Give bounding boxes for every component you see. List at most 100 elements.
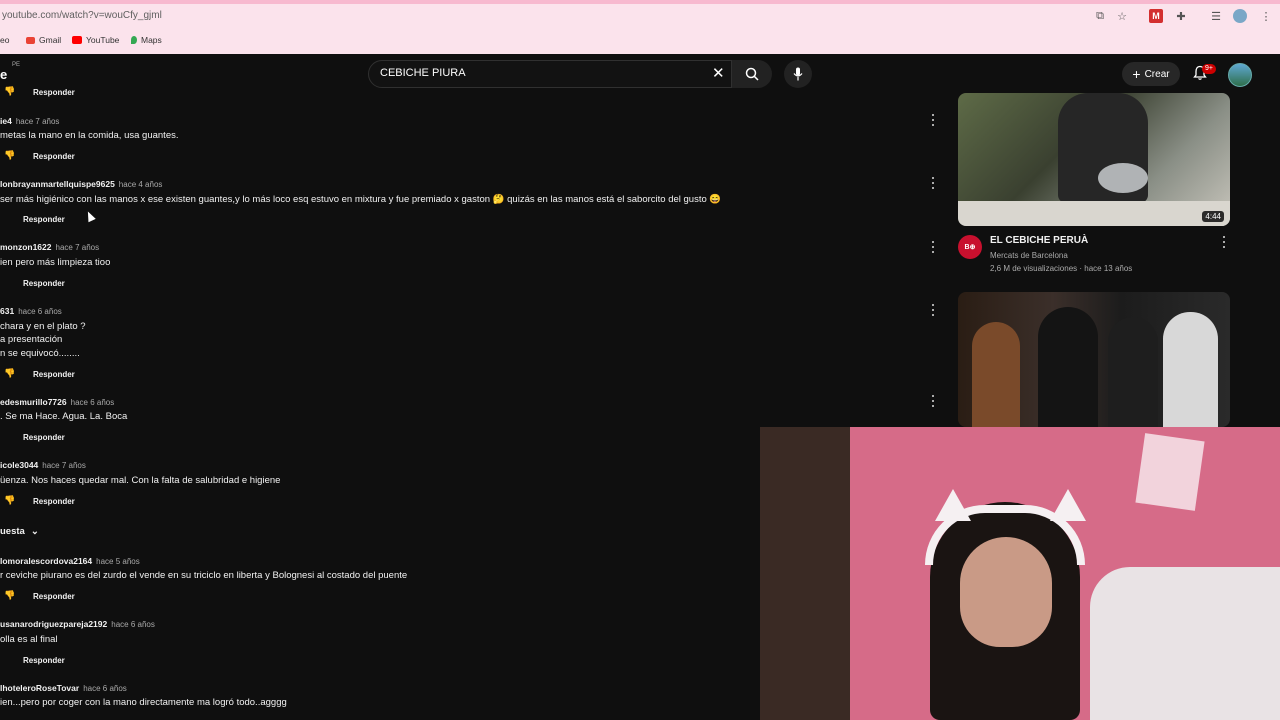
bookmark-gmail[interactable]: Gmail — [26, 35, 61, 45]
video-channel[interactable]: Mercats de Barcelona — [990, 251, 1068, 260]
comment-text: ien...pero por coger con la mano directa… — [0, 697, 287, 708]
comment-author[interactable]: lhoteleroRoseTovar — [0, 683, 79, 693]
thumbnail-person — [1108, 317, 1158, 427]
replies-toggle[interactable]: uesta ⌄ — [0, 526, 39, 537]
more-options-icon[interactable] — [1221, 236, 1227, 248]
comment-author[interactable]: icole3044 — [0, 460, 38, 470]
comment-author[interactable]: monzon1622 — [0, 242, 52, 252]
comment-text-line: n se equivocó........ — [0, 348, 80, 359]
bookmark-label: Gmail — [39, 35, 62, 45]
webcam-poster — [1135, 433, 1205, 511]
comment-author[interactable]: usanarodriguezpareja2192 — [0, 619, 107, 629]
comment-header: lhoteleroRoseTovar hace 6 años — [0, 681, 127, 696]
voice-search-button[interactable] — [784, 60, 812, 88]
bookmark-label: Maps — [141, 35, 162, 45]
comment-author[interactable]: lomoralescordova2164 — [0, 556, 92, 566]
bookmark-item[interactable]: eo — [0, 35, 9, 45]
comment-header: icole3044 hace 7 años — [0, 458, 86, 473]
video-title[interactable]: EL CEBICHE PERUÀ — [990, 235, 1088, 246]
comment-time[interactable]: hace 7 años — [56, 243, 100, 252]
bookmark-youtube[interactable]: YouTube — [72, 35, 119, 45]
reply-button[interactable]: Responder — [33, 152, 75, 161]
comment-time[interactable]: hace 7 años — [16, 117, 60, 126]
dislike-icon[interactable]: 👎 — [4, 368, 15, 379]
comment-time[interactable]: hace 5 años — [96, 557, 140, 566]
reply-button[interactable]: Responder — [33, 497, 75, 506]
reply-button[interactable]: Responder — [33, 592, 75, 601]
more-options-icon[interactable] — [930, 241, 936, 253]
reply-button[interactable]: Responder — [23, 656, 65, 665]
gmail-icon — [26, 36, 35, 44]
comment-time[interactable]: hace 6 años — [111, 620, 155, 629]
comment-time[interactable]: hace 7 años — [42, 461, 86, 470]
browser-chrome — [0, 0, 1280, 54]
more-options-icon[interactable] — [930, 114, 936, 126]
reply-button[interactable]: Responder — [23, 279, 65, 288]
comment-time[interactable]: hace 6 años — [83, 684, 127, 693]
reply-button[interactable]: Responder — [23, 215, 65, 224]
comment-header: 631 hace 6 años — [0, 304, 62, 319]
more-options-icon[interactable] — [930, 177, 936, 189]
menu-icon[interactable]: ⋮ — [1259, 9, 1273, 23]
comment-text: ien pero más limpieza tioo — [0, 257, 111, 268]
reply-button[interactable]: Responder — [33, 88, 75, 97]
youtube-icon — [72, 36, 82, 44]
profile-icon[interactable] — [1233, 9, 1247, 23]
region-label: PE — [12, 62, 21, 68]
comment-author[interactable]: edesmurillo7726 — [0, 397, 67, 407]
video-thumbnail[interactable]: 4:44 — [958, 93, 1230, 226]
install-icon[interactable]: ⧉ — [1093, 9, 1107, 23]
thumbnail-person — [1163, 312, 1218, 427]
channel-avatar[interactable]: B⊕ — [958, 235, 982, 259]
replies-label: uesta — [0, 526, 25, 537]
search-button[interactable] — [732, 60, 772, 88]
comment-author[interactable]: 631 — [0, 306, 14, 316]
address-bar[interactable]: youtube.com/watch?v=wouCfy_gjml — [2, 10, 162, 21]
avatar[interactable] — [1228, 63, 1252, 87]
comment-text: üenza. Nos haces quedar mal. Con la falt… — [0, 475, 281, 486]
thumbnail-person — [1038, 307, 1098, 427]
comment-header: ie4 hace 7 años — [0, 114, 59, 129]
chevron-down-icon: ⌄ — [30, 526, 39, 537]
create-button[interactable]: + Crear — [1122, 62, 1180, 86]
comment-time[interactable]: hace 6 años — [71, 398, 115, 407]
thumbnail-bowl — [1098, 163, 1148, 193]
comment-author[interactable]: lonbrayanmartellquispe9625 — [0, 179, 115, 189]
thumbnail-table — [958, 201, 1230, 226]
comment-time[interactable]: hace 6 años — [18, 307, 62, 316]
youtube-logo[interactable]: e — [0, 67, 7, 82]
reply-button[interactable]: Responder — [33, 370, 75, 379]
comment-header: edesmurillo7726 hace 6 años — [0, 395, 114, 410]
comment-header: lomoralescordova2164 hace 5 años — [0, 554, 140, 569]
more-options-icon[interactable] — [930, 304, 936, 316]
video-duration: 4:44 — [1202, 211, 1224, 222]
comment-text: ser más higiénico con las manos x ese ex… — [0, 194, 722, 205]
star-icon[interactable]: ☆ — [1115, 9, 1129, 23]
comment-author[interactable]: ie4 — [0, 116, 12, 126]
comment-text: metas la mano en la comida, usa guantes. — [0, 130, 179, 141]
microphone-icon — [793, 67, 803, 81]
comment-text: olla es al final — [0, 634, 58, 645]
dislike-icon[interactable]: 👎 — [4, 86, 15, 97]
close-icon[interactable]: ✕ — [712, 64, 725, 82]
comment-text-line: a presentación — [0, 334, 63, 345]
webcam-bed — [1090, 567, 1280, 720]
media-icon[interactable]: ☰ — [1209, 9, 1223, 23]
dislike-icon[interactable]: 👎 — [4, 495, 15, 506]
reply-button[interactable]: Responder — [23, 433, 65, 442]
cat-ear-icon — [935, 489, 971, 521]
puzzle-icon[interactable]: ✚ — [1174, 9, 1188, 23]
more-options-icon[interactable] — [930, 395, 936, 407]
comment-time[interactable]: hace 4 años — [119, 180, 163, 189]
video-thumbnail[interactable] — [958, 292, 1230, 427]
plus-icon: + — [1132, 66, 1141, 82]
bookmark-label: eo — [0, 35, 10, 45]
search-input[interactable]: CEBICHE PIURA — [380, 67, 466, 79]
dislike-icon[interactable]: 👎 — [4, 150, 15, 161]
dislike-icon[interactable]: 👎 — [4, 590, 15, 601]
webcam-wardrobe — [760, 427, 850, 720]
notification-badge: 9+ — [1202, 64, 1216, 74]
bookmark-maps[interactable]: Maps — [131, 35, 162, 45]
maps-icon — [131, 36, 137, 44]
extension-icon[interactable]: M — [1149, 9, 1163, 23]
